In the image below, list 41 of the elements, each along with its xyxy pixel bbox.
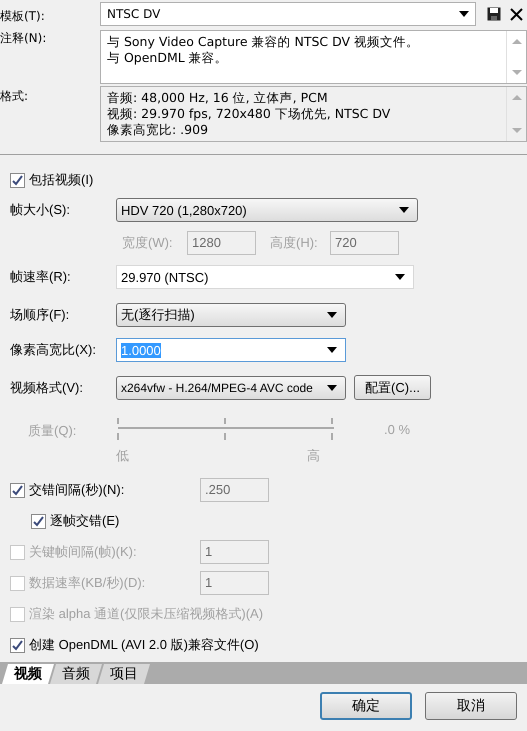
checkbox[interactable]	[10, 638, 25, 652]
field-order-dropdown[interactable]: 无(逐行扫描)	[116, 303, 346, 327]
tab[interactable]: 项目	[98, 664, 150, 684]
field-order-label: 场顺序(F):	[10, 306, 70, 324]
width-label: 宽度(W):	[122, 234, 174, 252]
video-format-label: 视频格式(V):	[10, 378, 84, 396]
height-label: 高度(H):	[270, 234, 319, 252]
checkbox[interactable]	[31, 514, 46, 528]
include-video-label: 包括视频(I)	[29, 171, 94, 189]
tab[interactable]: 视频	[2, 664, 54, 684]
quality-label: 质量(Q):	[27, 422, 78, 440]
quality-reading: .0 %	[384, 422, 410, 437]
template-dropdown[interactable]: NTSC DV	[100, 2, 476, 26]
option-label: 关键帧间隔(帧)(K):	[29, 543, 138, 561]
option-label: 交错间隔(秒)(N):	[29, 481, 126, 499]
cancel-button[interactable]: 取消	[425, 692, 517, 720]
pixel-aspect-label: 像素高宽比(X):	[10, 341, 97, 359]
frame-size-dropdown[interactable]: HDV 720 (1,280x720)	[116, 198, 418, 222]
notes-label: 注释(N):	[0, 30, 48, 47]
option-field[interactable]: .250	[200, 478, 269, 502]
format-label: 格式:	[0, 88, 30, 105]
tab[interactable]: 音频	[50, 664, 102, 684]
close-icon[interactable]	[510, 8, 523, 20]
notes-field[interactable]: 与 Sony Video Capture 兼容的 NTSC DV 视频文件。 与 OpenDML 兼容。	[100, 30, 527, 84]
checkbox[interactable]	[10, 172, 25, 188]
frame-rate-dropdown[interactable]: 29.970 (NTSC)	[116, 265, 414, 289]
save-icon[interactable]	[487, 7, 501, 21]
video-format-dropdown[interactable]: x264vfw - H.264/MPEG-4 AVC code	[116, 376, 346, 400]
frame-size-label: 帧大小(S):	[10, 201, 71, 219]
configure-button[interactable]: 配置(C)...	[354, 375, 431, 400]
ok-button[interactable]: 确定	[320, 692, 412, 720]
template-label: 模板(T):	[0, 8, 46, 24]
format-field: 音频: 48,000 Hz, 16 位, 立体声, PCM 视频: 29.970 fps, 720x480 下场优先, NTSC DV 像素高宽比: .909	[100, 86, 527, 142]
option-label: 创建 OpenDML (AVI 2.0 版)兼容文件(O)	[29, 636, 260, 654]
high-label: 高	[307, 447, 320, 465]
option-label: 逐帧交错(E)	[50, 512, 120, 530]
option-label: 数据速率(KB/秒)(D):	[29, 574, 146, 592]
option-label: 渲染 alpha 通道(仅限未压缩视频格式)(A)	[29, 605, 264, 623]
frame-rate-label: 帧速率(R):	[10, 268, 72, 286]
low-label: 低	[116, 447, 129, 465]
checkbox[interactable]	[10, 482, 25, 498]
